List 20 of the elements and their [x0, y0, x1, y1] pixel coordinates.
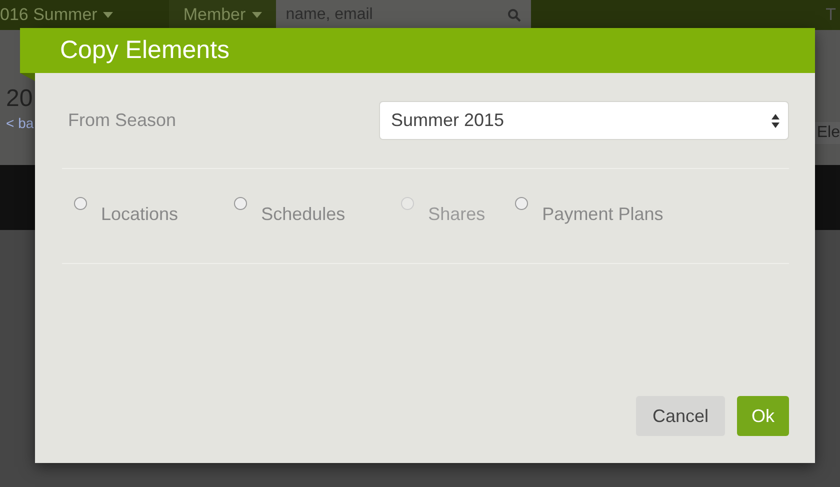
radio-button[interactable] — [234, 197, 248, 210]
updown-arrows-icon — [771, 112, 780, 128]
option-label: Schedules — [261, 204, 346, 225]
member-menu[interactable]: Member — [169, 0, 276, 30]
option-label: Payment Plans — [542, 204, 664, 225]
caret-icon — [252, 12, 262, 18]
season-select[interactable]: Summer 2015 — [379, 101, 789, 140]
cancel-button[interactable]: Cancel — [636, 396, 725, 436]
ok-button[interactable]: Ok — [737, 396, 789, 436]
dialog-title: Copy Elements — [60, 36, 230, 65]
radio-button[interactable] — [515, 197, 528, 210]
field-label: From Season — [68, 110, 176, 131]
radio-button[interactable] — [74, 197, 87, 210]
ribbon-fold-icon — [20, 73, 35, 81]
option-label: Shares — [428, 204, 486, 225]
caret-icon — [103, 12, 114, 18]
option-label: Locations — [101, 204, 178, 225]
season-menu[interactable]: 016 Summer — [0, 0, 126, 30]
menu-item[interactable]: T — [826, 5, 840, 25]
search-icon — [508, 9, 521, 22]
